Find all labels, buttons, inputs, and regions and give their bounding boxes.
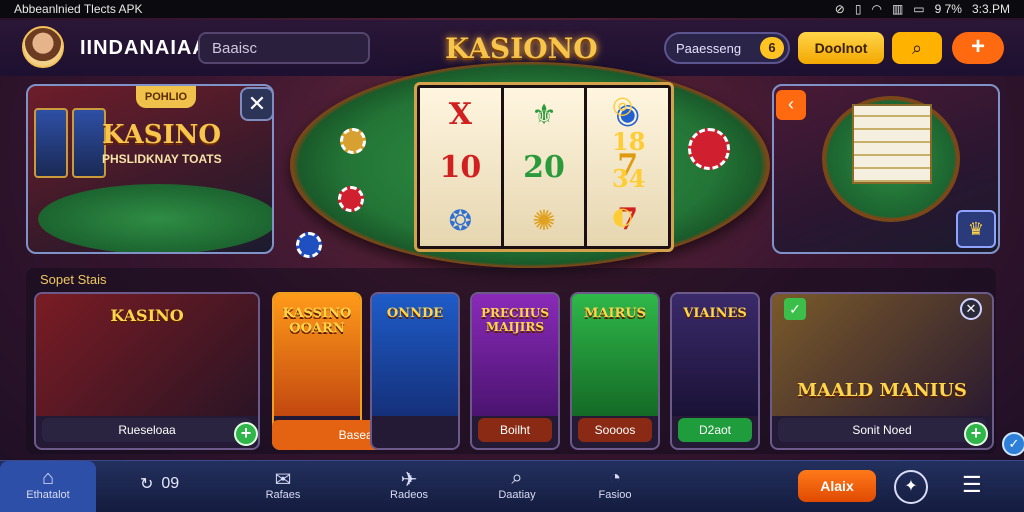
card-title: PRECIIUS MAIJIRS bbox=[480, 306, 550, 334]
side-symbol: ◎ bbox=[612, 90, 633, 119]
plus-icon: + bbox=[970, 33, 985, 60]
card-label: D2aot bbox=[678, 418, 752, 442]
alert-button[interactable]: Alaix bbox=[798, 470, 876, 502]
balance-label: Paaesseng bbox=[676, 40, 742, 56]
status-time: 3:3.PM bbox=[971, 2, 1010, 16]
do-not-disturb-icon: ⊘ bbox=[834, 2, 845, 16]
reel-symbol: 10 bbox=[439, 150, 482, 186]
info-button[interactable]: ♛ bbox=[956, 210, 996, 248]
card-label: Soooos bbox=[578, 418, 652, 442]
promo-title: KASINO bbox=[102, 120, 222, 150]
game-card-mairus[interactable]: MAIRUS Soooos bbox=[570, 292, 660, 450]
username: IINDANAIAA bbox=[80, 37, 208, 59]
refresh-icon: ↻ bbox=[140, 476, 154, 493]
game-card-viaines[interactable]: VIAINES D2aot bbox=[670, 292, 760, 450]
chip-icon bbox=[340, 128, 366, 154]
reel-symbol: ⚜ bbox=[531, 98, 557, 130]
close-icon: ✕ bbox=[247, 91, 267, 116]
phone-icon: ▯ bbox=[854, 2, 862, 16]
card-label: Boilht bbox=[478, 418, 552, 442]
home-icon: ⌂ bbox=[41, 467, 55, 489]
plane-icon: ✈ bbox=[400, 469, 418, 491]
nav-item-radeos[interactable]: ✈ Radeos bbox=[374, 461, 444, 512]
status-bar: Abbeanlnied Tlects APK ⊘ ▯ ◠ ▥ ▭ 9 7% 3:… bbox=[0, 0, 1024, 18]
mail-icon: ✉ bbox=[274, 469, 292, 491]
side-symbol: ◐ bbox=[612, 201, 633, 230]
card-title: MAALD MANIUS bbox=[797, 380, 967, 401]
wifi-icon: ◠ bbox=[871, 2, 882, 16]
nav-item-rafaes[interactable]: ✉ Rafaes bbox=[248, 461, 318, 512]
card-label: Rueseloaa bbox=[42, 418, 252, 442]
nav-item-daatiay[interactable]: ⌕ Daatiay bbox=[480, 461, 554, 512]
promo-banner-left[interactable]: POHLIO KASINO PHSLIDKNAY TOATS bbox=[26, 84, 274, 254]
back-button[interactable]: ‹ bbox=[776, 90, 806, 120]
verified-icon[interactable]: ✓ bbox=[1002, 432, 1024, 456]
chip-icon bbox=[296, 232, 322, 258]
chip-icon bbox=[338, 186, 364, 212]
app-logo: KASIONO bbox=[445, 32, 598, 65]
nav-label: Fasioo bbox=[598, 489, 632, 501]
bingo-board-image bbox=[852, 104, 932, 184]
card-title: MAIRUS bbox=[583, 306, 647, 321]
avatar[interactable] bbox=[22, 26, 64, 68]
compass-icon: ✦ bbox=[904, 478, 918, 495]
promo-subtitle: PHSLIDKNAY TOATS bbox=[102, 152, 222, 166]
search-icon: ⌕ bbox=[511, 467, 523, 489]
game-card-onnde[interactable]: ONNDE bbox=[370, 292, 460, 450]
nav-stat-value: 09 bbox=[161, 475, 180, 492]
nav-stat[interactable]: ↻ 09 bbox=[140, 474, 179, 494]
card-title: KASSINO OOARN bbox=[282, 306, 352, 336]
nav-label: Rafaes bbox=[265, 489, 301, 501]
slot-machine-image bbox=[34, 108, 68, 178]
card-title: KASINO bbox=[110, 306, 184, 325]
compass-button[interactable]: ✦ bbox=[894, 470, 928, 504]
nav-item-home[interactable]: ⌂ Ethatalot bbox=[0, 461, 96, 512]
close-icon[interactable]: ✕ bbox=[960, 298, 982, 320]
add-icon[interactable]: + bbox=[964, 422, 988, 446]
reel-symbol: 20 bbox=[523, 149, 565, 185]
reel-symbol: X bbox=[448, 97, 472, 133]
balance-badge: 6 bbox=[760, 37, 784, 59]
card-title: VIAINES bbox=[683, 306, 747, 321]
chip-icon bbox=[688, 128, 730, 170]
nav-label: Daatiay bbox=[498, 489, 536, 501]
nav-item-fasioo[interactable]: ◔ Fasioo bbox=[580, 461, 650, 512]
reel-1: X 10 ❂ bbox=[420, 88, 501, 246]
search-button[interactable]: ⌕ bbox=[892, 32, 942, 64]
add-icon[interactable]: + bbox=[234, 422, 258, 446]
reel-symbol: ✺ bbox=[532, 204, 556, 236]
promo-badge: POHLIO bbox=[136, 86, 196, 108]
side-symbol: 18 bbox=[612, 127, 646, 156]
add-button[interactable]: + bbox=[952, 32, 1004, 64]
menu-button[interactable]: ☰ bbox=[962, 472, 982, 498]
reel-2: ⚜ 20 ✺ bbox=[503, 88, 585, 246]
close-button[interactable]: ✕ bbox=[240, 87, 274, 121]
deposit-button[interactable]: Doolnot bbox=[798, 32, 884, 64]
game-card-precius[interactable]: PRECIIUS MAIJIRS Boilht bbox=[470, 292, 560, 450]
search-input[interactable] bbox=[198, 32, 370, 64]
battery-icon: ▭ bbox=[913, 2, 925, 16]
side-symbols: ◎ 18 34 ◐ bbox=[612, 90, 645, 230]
hamburger-icon: ☰ bbox=[962, 472, 982, 497]
side-symbol: 34 bbox=[612, 164, 646, 193]
status-left-text: Abbeanlnied Tlects APK bbox=[14, 2, 143, 16]
check-icon[interactable]: ✓ bbox=[784, 298, 806, 320]
game-card-kasino[interactable]: KASINO Rueseloaa bbox=[34, 292, 260, 450]
trophy-icon: ♛ bbox=[967, 219, 985, 239]
chart-icon: ◔ bbox=[608, 467, 622, 489]
card-title: ONNDE bbox=[386, 306, 444, 321]
signal-icon: ▥ bbox=[891, 2, 904, 16]
search-icon: ⌕ bbox=[911, 38, 923, 58]
battery-level: 9 7% bbox=[934, 2, 962, 16]
section-title: Sopet Stais bbox=[40, 272, 107, 287]
chevron-left-icon: ‹ bbox=[788, 94, 794, 114]
nav-label: Ethatalot bbox=[26, 489, 70, 501]
balance-field[interactable]: Paaesseng 6 bbox=[664, 32, 790, 64]
poker-table-image bbox=[38, 184, 272, 252]
card-label: Sonit Noed bbox=[778, 418, 986, 442]
nav-label: Radeos bbox=[390, 489, 428, 501]
slot-machine-image bbox=[72, 108, 106, 178]
reel-symbol: ❂ bbox=[448, 204, 473, 236]
